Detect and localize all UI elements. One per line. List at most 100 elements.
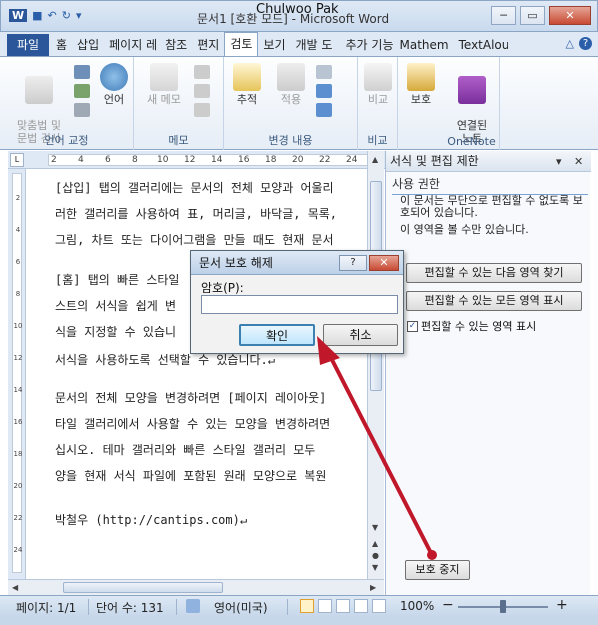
accept-button[interactable]: 적용 [274, 63, 308, 106]
tab-file[interactable]: 파일 [7, 34, 49, 56]
reject-icon[interactable] [316, 65, 332, 79]
tab-home[interactable]: 홈 [51, 34, 72, 56]
minimize-button[interactable]: ─ [491, 6, 516, 25]
highlight-regions-checkbox[interactable]: ✓ 편집할 수 있는 영역 표시 [407, 318, 536, 334]
pane-options-icon[interactable]: ▾ [556, 151, 562, 172]
ok-button[interactable]: 확인 [239, 324, 315, 346]
ruler-label: 16 [238, 155, 250, 165]
browse-object-icon[interactable]: ● [372, 551, 379, 560]
find-next-region-button[interactable]: 편집할 수 있는 다음 영역 찾기 [406, 263, 582, 283]
doc-line: 스트의 서식을 쉽게 변 [55, 299, 177, 313]
delete-comment-icon[interactable] [194, 65, 210, 79]
customize-qat-icon[interactable]: ▾ [76, 9, 82, 22]
tab-view[interactable]: 보기 [258, 34, 290, 56]
ruler-label: 12 [184, 155, 196, 165]
save-icon[interactable]: ■ [32, 9, 42, 22]
dialog-close-button[interactable]: ✕ [369, 255, 399, 271]
help-icon[interactable]: ? [579, 37, 592, 50]
language-button[interactable]: 언어 [96, 63, 132, 106]
language-globe-icon [100, 63, 128, 91]
ruler-label: 20 [13, 482, 23, 490]
previous-comment-icon[interactable] [194, 84, 210, 98]
scroll-down-icon[interactable]: ▼ [372, 523, 378, 532]
word-count[interactable]: 단어 수: 131 [96, 599, 164, 616]
word-icon: W [9, 9, 28, 22]
tab-review[interactable]: 검토 [224, 32, 259, 56]
show-all-regions-button[interactable]: 편집할 수 있는 모든 영역 표시 [406, 291, 582, 311]
draft-view-icon[interactable] [372, 599, 386, 613]
tab-textaloud[interactable]: TextAlou [454, 34, 508, 56]
ruler-label: 18 [13, 450, 23, 458]
restrict-editing-pane: 서식 및 편집 제한 ▾ ✕ 사용 권한 이 문서는 무단으로 편집할 수 없도… [385, 151, 591, 595]
tab-insert[interactable]: 삽입 [72, 34, 104, 56]
pane-close-icon[interactable]: ✕ [574, 151, 583, 172]
new-comment-button[interactable]: 새 메모 [142, 63, 186, 106]
track-changes-button[interactable]: 추적 [230, 63, 264, 106]
group-changes: 추적 적용 변경 내용 [224, 57, 358, 150]
word-count-icon[interactable] [74, 103, 90, 117]
group-comments: 새 메모 메모 [134, 57, 224, 150]
zoom-in-icon[interactable]: + [556, 597, 568, 613]
group-label-changes: 변경 내용 [268, 134, 313, 147]
group-label-proofing: 언어 교정 [44, 134, 89, 147]
ruler-label: 10 [13, 322, 23, 330]
web-layout-icon[interactable] [336, 599, 350, 613]
compare-icon [364, 63, 392, 91]
print-layout-view-icon[interactable] [300, 599, 314, 613]
horizontal-scrollbar[interactable]: ◀ ▶ [8, 579, 384, 595]
ruler-label: 24 [13, 546, 23, 554]
previous-page-icon[interactable]: ▲ [372, 539, 378, 548]
ruler-label: 2 [51, 155, 57, 165]
ruler-label: 2 [15, 194, 21, 202]
zoom-slider-thumb[interactable] [500, 600, 506, 613]
tab-references[interactable]: 참조 [160, 34, 192, 56]
linked-notes-button[interactable]: 연결된 노트 [448, 63, 496, 145]
research-icon[interactable] [74, 65, 90, 79]
doc-line: 십시오. 테마 갤러리와 빠른 스타일 갤러리 모두 [55, 443, 316, 457]
scroll-right-icon[interactable]: ▶ [370, 583, 376, 592]
ruler-label: 24 [346, 155, 358, 165]
language-status[interactable]: 영어(미국) [214, 599, 268, 616]
stop-protection-button[interactable]: 보호 중지 [405, 560, 470, 580]
undo-icon[interactable]: ↶ [48, 9, 57, 22]
redo-icon[interactable]: ↻ [62, 9, 71, 22]
zoom-out-icon[interactable]: − [442, 597, 454, 613]
tab-selector-icon[interactable]: L [10, 153, 24, 167]
tab-mathematics[interactable]: Mathem [395, 34, 454, 56]
protect-button[interactable]: 보호 [404, 63, 438, 106]
next-page-icon[interactable]: ▼ [372, 563, 378, 572]
close-button[interactable]: ✕ [549, 6, 591, 25]
ruler-label: 20 [292, 155, 304, 165]
tab-addins[interactable]: 추가 기능 [341, 34, 395, 56]
doc-line: 식을 지정할 수 있습니 [55, 325, 177, 339]
checkbox-checked-icon[interactable]: ✓ [407, 320, 418, 332]
scroll-up-icon[interactable]: ▲ [372, 155, 378, 164]
compare-button[interactable]: 비교 [361, 63, 395, 106]
password-input[interactable] [201, 295, 398, 314]
document-page[interactable]: [삽입] 탭의 갤러리에는 문서의 전체 모양과 어울리 러한 갤러리를 사용하… [27, 169, 367, 579]
scroll-thumb[interactable] [63, 582, 223, 593]
full-screen-reading-icon[interactable] [318, 599, 332, 613]
track-changes-icon [233, 63, 261, 91]
restore-button[interactable]: ▭ [520, 6, 545, 25]
previous-change-icon[interactable] [316, 84, 332, 98]
next-comment-icon[interactable] [194, 103, 210, 117]
status-bar: 페이지: 1/1 단어 수: 131 영어(미국) 100% − + [0, 595, 598, 617]
doc-line: 타일 갤러리에서 사용할 수 있는 모양을 변경하려면 [55, 417, 331, 431]
cancel-button[interactable]: 취소 [323, 324, 398, 346]
collapse-ribbon-icon[interactable]: △ [566, 37, 574, 50]
dialog-help-button[interactable]: ? [339, 255, 367, 271]
tab-developer[interactable]: 개발 도 [291, 34, 341, 56]
proofing-status-icon[interactable] [186, 599, 200, 613]
zoom-level[interactable]: 100% [400, 599, 434, 613]
tab-page-layout[interactable]: 페이지 레 [104, 34, 160, 56]
scroll-left-icon[interactable]: ◀ [12, 583, 18, 592]
page-count[interactable]: 페이지: 1/1 [16, 599, 76, 616]
ribbon-tabs: 파일 홈 삽입 페이지 레 참조 편지 검토 보기 개발 도 추가 기능 Mat… [0, 32, 598, 57]
vertical-scrollbar[interactable]: ▲ ▼ ▲ ● ▼ [367, 151, 384, 580]
tab-mailings[interactable]: 편지 [192, 34, 224, 56]
group-protect: 보호 [398, 57, 444, 150]
next-change-icon[interactable] [316, 103, 332, 117]
outline-view-icon[interactable] [354, 599, 368, 613]
thesaurus-icon[interactable] [74, 84, 90, 98]
